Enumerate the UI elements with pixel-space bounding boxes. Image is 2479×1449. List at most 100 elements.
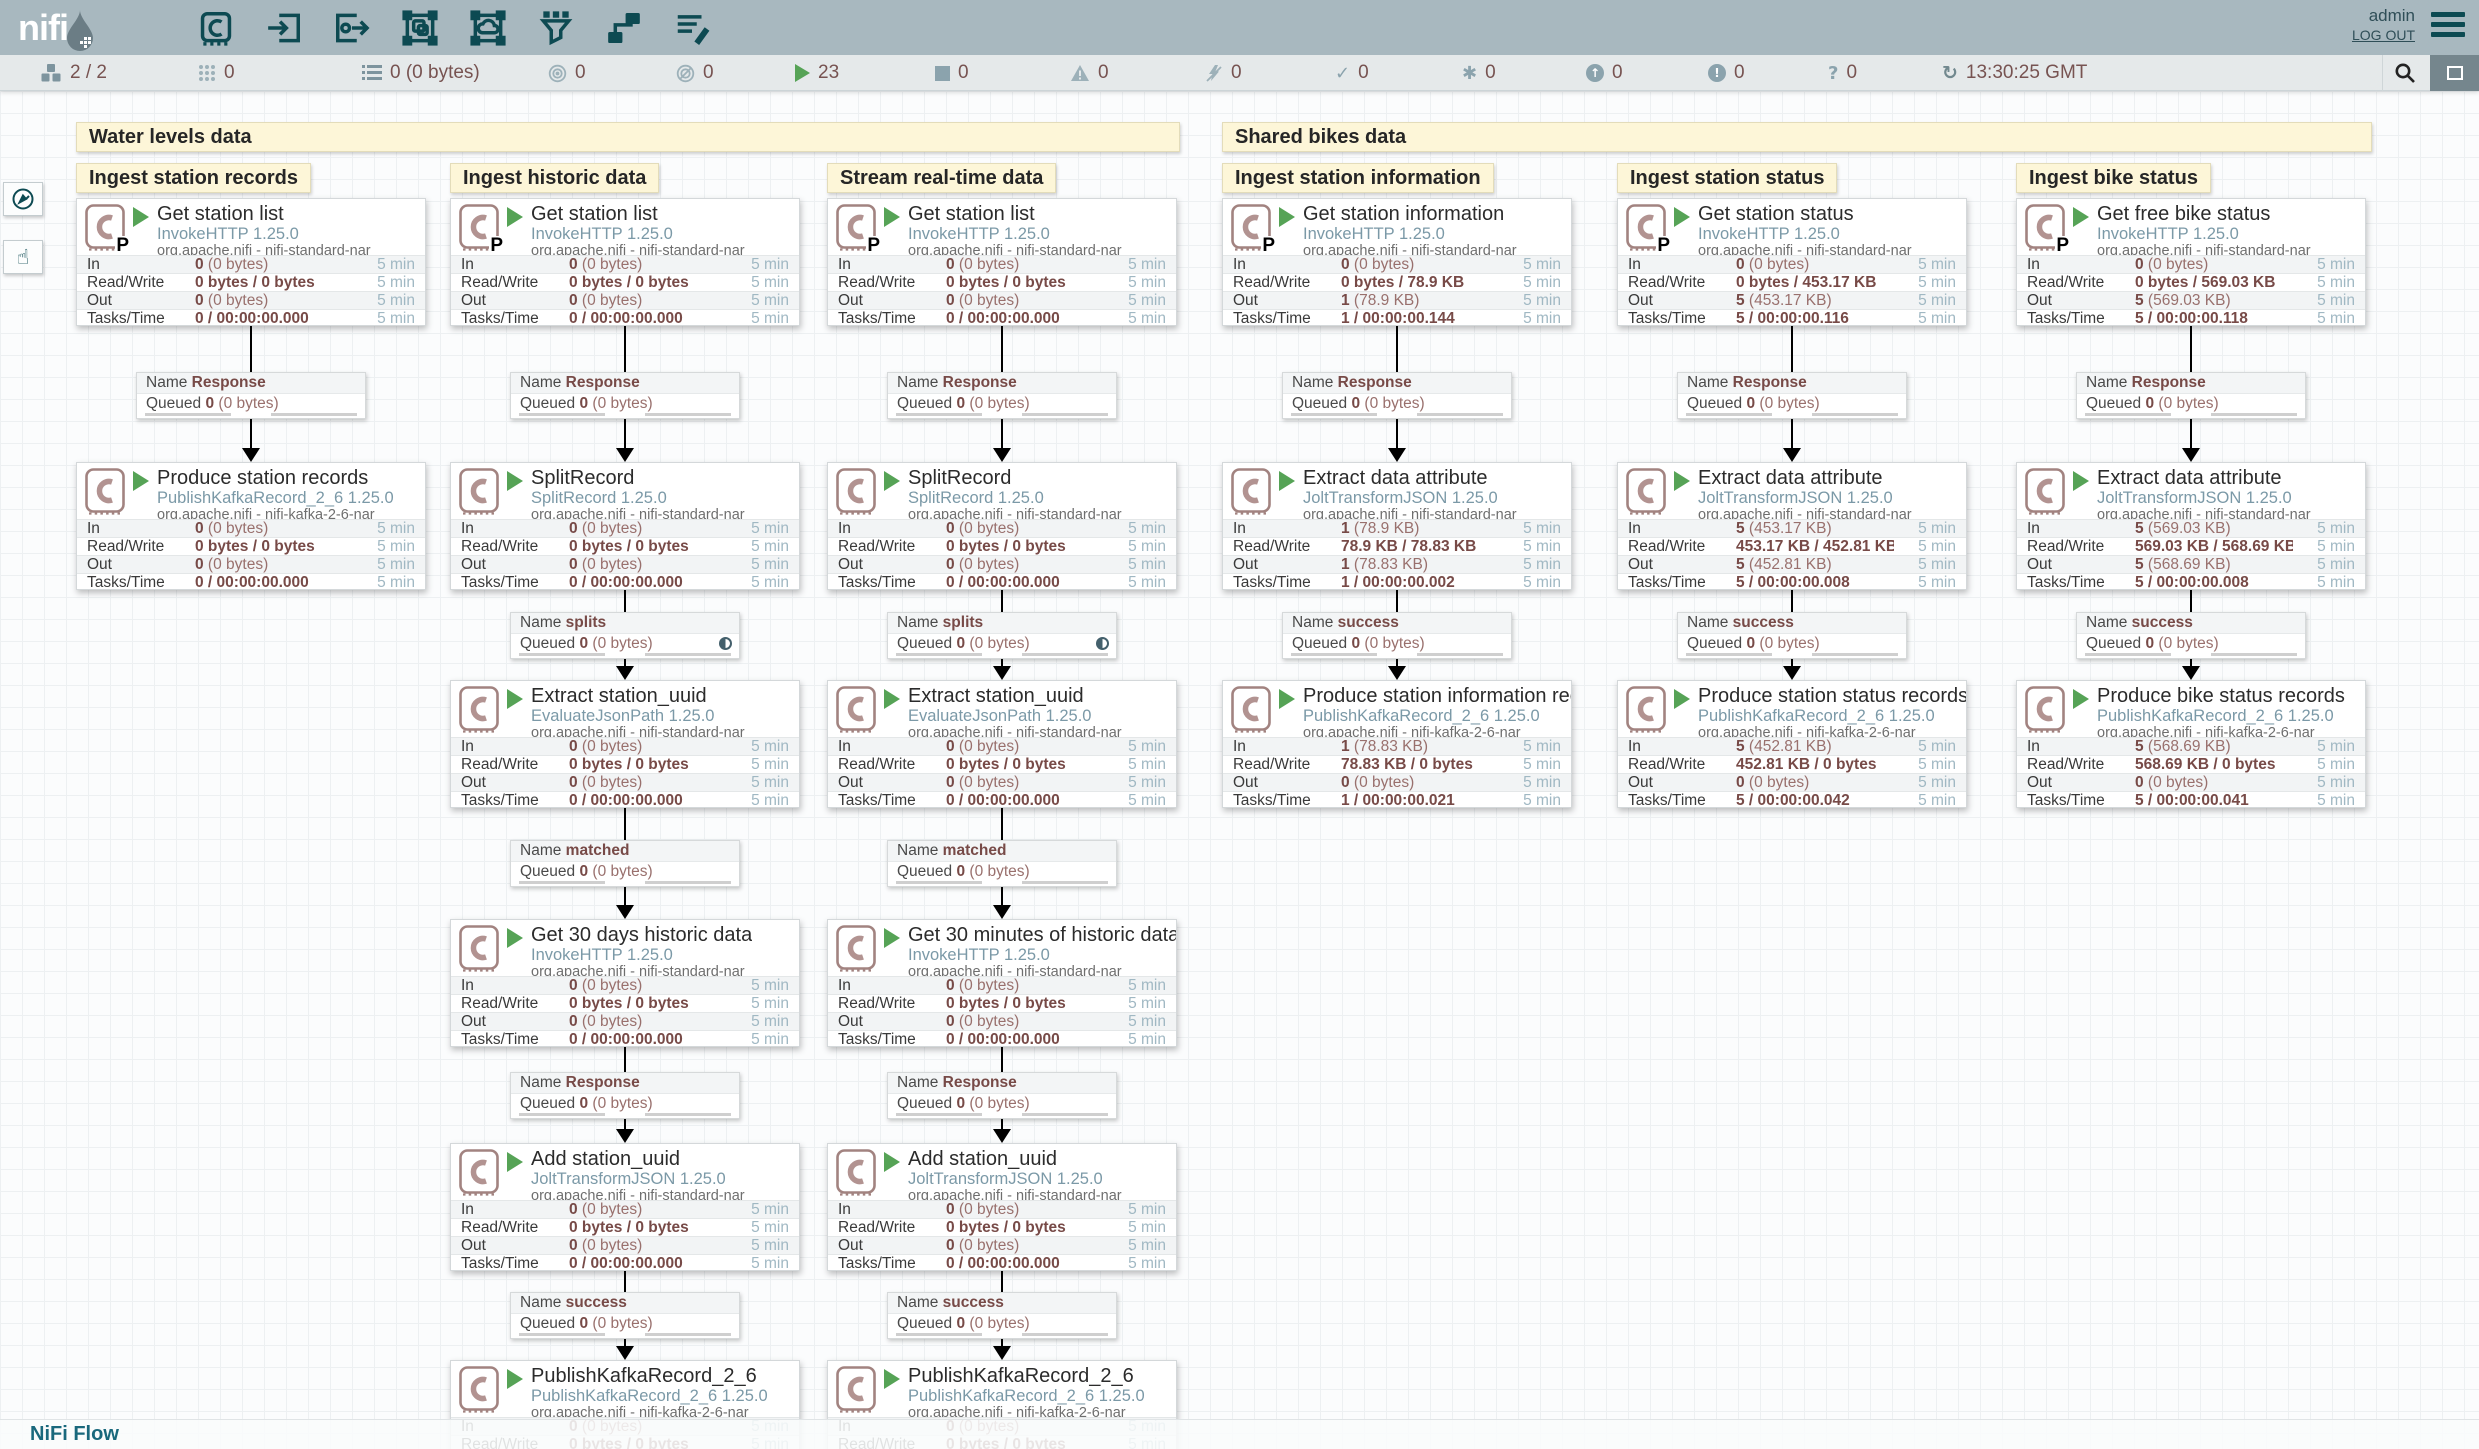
connection-label[interactable]: Name successQueued 0 (0 bytes) [2076, 612, 2306, 659]
stat-label: Tasks/Time [838, 1031, 946, 1048]
navigate-palette-button[interactable] [3, 182, 43, 216]
processor-type: SplitRecord 1.25.0 [908, 489, 1122, 507]
processor-icon [2025, 468, 2065, 516]
section-label[interactable]: Ingest station records [76, 163, 311, 193]
connection-label[interactable]: Name matchedQueued 0 (0 bytes) [887, 840, 1117, 887]
stat-row: Read/Write0 bytes / 0 bytes5 min [828, 273, 1176, 291]
label-drag-button[interactable] [670, 6, 714, 50]
connection-label[interactable]: Name successQueued 0 (0 bytes) [887, 1292, 1117, 1339]
process-group-drag-button[interactable] [398, 6, 442, 50]
run-status-icon [507, 928, 523, 948]
processor[interactable]: PGet station listInvokeHTTP 1.25.0org.ap… [450, 198, 800, 326]
birdseye-toggle-button[interactable] [2430, 55, 2479, 91]
relationship-name: success [1338, 614, 1399, 631]
processor[interactable]: Extract station_uuidEvaluateJsonPath 1.2… [450, 680, 800, 808]
processor[interactable]: Produce station recordsPublishKafkaRecor… [76, 462, 426, 590]
section-label[interactable]: Ingest bike status [2016, 163, 2211, 193]
processor[interactable]: Extract data attributeJoltTransformJSON … [2016, 462, 2366, 590]
stat-row: In1 (78.9 KB)5 min [1223, 519, 1571, 537]
section-label[interactable]: Ingest historic data [450, 163, 659, 193]
connection-label[interactable]: Name ResponseQueued 0 (0 bytes) [2076, 372, 2306, 419]
stat-value: 0 (0 bytes) [946, 1201, 1104, 1218]
processor[interactable]: Extract data attributeJoltTransformJSON … [1617, 462, 1967, 590]
logout-link[interactable]: LOG OUT [2352, 27, 2415, 43]
processor-drag-button[interactable] [194, 6, 238, 50]
processor[interactable]: PGet station statusInvokeHTTP 1.25.0org.… [1617, 198, 1967, 326]
stat-window: 5 min [353, 520, 415, 537]
connection-label[interactable]: Name successQueued 0 (0 bytes) [1282, 612, 1512, 659]
processor[interactable]: Get 30 days historic dataInvokeHTTP 1.25… [450, 919, 800, 1047]
connection-label[interactable]: Name splitsQueued 0 (0 bytes) [510, 612, 740, 659]
queued-count: 0 [1746, 635, 1755, 652]
stat-label: Read/Write [1628, 538, 1736, 555]
global-menu-button[interactable] [2431, 12, 2465, 42]
processor[interactable]: Extract data attributeJoltTransformJSON … [1222, 462, 1572, 590]
funnel-drag-button[interactable] [534, 6, 578, 50]
flow-canvas[interactable]: ☝ Water levels data Shared bikes data Inge… [0, 91, 2479, 1449]
connection-label[interactable]: Name successQueued 0 (0 bytes) [510, 1292, 740, 1339]
stale-status: ↑ 0 [1586, 55, 1623, 91]
group-label[interactable]: Water levels data [76, 122, 1180, 152]
stat-row: Read/Write78.83 KB / 0 bytes5 min [1223, 755, 1571, 773]
connection-label[interactable]: Name ResponseQueued 0 (0 bytes) [136, 372, 366, 419]
section-label[interactable]: Ingest station information [1222, 163, 1494, 193]
stat-window: 5 min [1499, 520, 1561, 537]
remote-process-group-drag-button[interactable] [466, 6, 510, 50]
connection-arrowhead [1783, 448, 1801, 462]
stat-value: 0 (0 bytes) [1736, 774, 1894, 791]
stat-value: 0 / 00:00:00.000 [946, 574, 1104, 591]
processor[interactable]: SplitRecordSplitRecord 1.25.0org.apache.… [450, 462, 800, 590]
processor-bundle: org.apache.nifi - nifi-standard-nar [1303, 507, 1517, 519]
breadcrumb[interactable]: NiFi Flow [30, 1423, 119, 1446]
processor[interactable]: Get 30 minutes of historic dataInvokeHTT… [827, 919, 1177, 1047]
section-label[interactable]: Ingest station status [1617, 163, 1837, 193]
processor[interactable]: Add station_uuidJoltTransformJSON 1.25.0… [827, 1143, 1177, 1271]
processor[interactable]: Produce station information rec...Publis… [1222, 680, 1572, 808]
processor[interactable]: PGet station informationInvokeHTTP 1.25.… [1222, 198, 1572, 326]
processor[interactable]: SplitRecordSplitRecord 1.25.0org.apache.… [827, 462, 1177, 590]
connection-label[interactable]: Name ResponseQueued 0 (0 bytes) [887, 372, 1117, 419]
processor-text: Produce bike status recordsPublishKafkaR… [2097, 681, 2345, 737]
stat-value: 5 (453.17 KB) [1736, 520, 1894, 537]
output-port-drag-button[interactable] [330, 6, 374, 50]
stat-value: 0 bytes / 0 bytes [569, 756, 727, 773]
stat-label: Tasks/Time [461, 574, 569, 591]
run-status-icon [133, 471, 149, 491]
operate-palette-button[interactable]: ☝ [3, 240, 43, 274]
processor[interactable]: Produce station status recordsPublishKaf… [1617, 680, 1967, 808]
refresh-icon[interactable]: ↻ [1942, 62, 1958, 84]
connection-label[interactable]: Name ResponseQueued 0 (0 bytes) [1282, 372, 1512, 419]
connection-label[interactable]: Name ResponseQueued 0 (0 bytes) [510, 372, 740, 419]
processor[interactable]: PGet station listInvokeHTTP 1.25.0org.ap… [827, 198, 1177, 326]
connection-label[interactable]: Name splitsQueued 0 (0 bytes) [887, 612, 1117, 659]
stat-label: Tasks/Time [1233, 574, 1341, 591]
stat-label: Tasks/Time [461, 1255, 569, 1272]
processor-bundle: org.apache.nifi - nifi-standard-nar [531, 964, 752, 976]
connection-label[interactable]: Name ResponseQueued 0 (0 bytes) [1677, 372, 1907, 419]
processor-bundle: org.apache.nifi - nifi-standard-nar [908, 964, 1176, 976]
processor[interactable]: Add station_uuidJoltTransformJSON 1.25.0… [450, 1143, 800, 1271]
stat-row: Read/Write0 bytes / 0 bytes5 min [828, 537, 1176, 555]
search-button[interactable] [2382, 55, 2426, 91]
stat-window: 5 min [1499, 538, 1561, 555]
section-label[interactable]: Stream real-time data [827, 163, 1056, 193]
connection-label[interactable]: Name successQueued 0 (0 bytes) [1677, 612, 1907, 659]
processor[interactable]: PGet free bike statusInvokeHTTP 1.25.0or… [2016, 198, 2366, 326]
current-user-label: admin [2352, 5, 2415, 27]
group-label[interactable]: Shared bikes data [1222, 122, 2372, 152]
connection-label[interactable]: Name ResponseQueued 0 (0 bytes) [510, 1072, 740, 1119]
connection-queued-row: Queued 0 (0 bytes) [511, 862, 739, 886]
queue-indicator-bar [896, 653, 982, 656]
processor-icon: P [459, 204, 499, 252]
input-port-drag-button[interactable] [262, 6, 306, 50]
queued-count: 0 [579, 395, 588, 412]
connection-label[interactable]: Name ResponseQueued 0 (0 bytes) [887, 1072, 1117, 1119]
processor[interactable]: PGet station listInvokeHTTP 1.25.0org.ap… [76, 198, 426, 326]
stat-row: Out5 (568.69 KB)5 min [2017, 555, 2365, 573]
template-drag-button[interactable] [602, 6, 646, 50]
relationship-name: matched [943, 842, 1007, 859]
processor[interactable]: Produce bike status recordsPublishKafkaR… [2016, 680, 2366, 808]
processor-text: Get 30 days historic dataInvokeHTTP 1.25… [531, 920, 752, 976]
processor[interactable]: Extract station_uuidEvaluateJsonPath 1.2… [827, 680, 1177, 808]
connection-label[interactable]: Name matchedQueued 0 (0 bytes) [510, 840, 740, 887]
